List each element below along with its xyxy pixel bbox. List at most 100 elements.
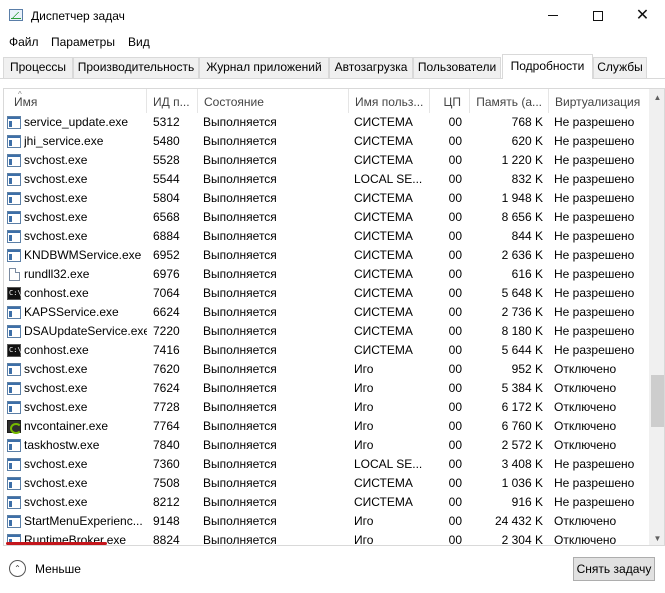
menu-bar: Файл Параметры Вид [0, 32, 665, 52]
cell-cpu: 00 [448, 362, 462, 376]
cell-status: Выполняется [203, 419, 277, 433]
table-row[interactable]: nvcontainer.exe 7764 Выполняется Иго 00 6 760… [4, 417, 649, 436]
cell-virtualization: Не разрешено [554, 191, 635, 205]
cell-memory: 5 644 K [501, 343, 543, 357]
service-icon [7, 230, 21, 243]
table-row[interactable]: svchost.exe 5544 Выполняется LOCAL SE... 00 8… [4, 170, 649, 189]
menu-view[interactable]: Вид [128, 35, 150, 49]
cell-status: Выполняется [203, 400, 277, 414]
cell-virtualization: Не разрешено [554, 115, 635, 129]
service-icon [7, 401, 21, 414]
cell-memory: 8 180 K [501, 324, 543, 338]
cell-pid: 7728 [153, 400, 180, 414]
table-row[interactable]: StartMenuExperienc... 9148 Выполняется Иго 0… [4, 512, 649, 531]
cell-name: StartMenuExperienc... [24, 514, 143, 528]
cell-user: СИСТЕМА [354, 134, 413, 148]
scroll-thumb[interactable] [651, 375, 664, 427]
cell-user: LOCAL SE... [354, 172, 423, 186]
tab-services[interactable]: Службы [593, 57, 647, 78]
table-row[interactable]: svchost.exe 7508 Выполняется СИСТЕМА 00 1 036… [4, 474, 649, 493]
menu-options[interactable]: Параметры [51, 35, 115, 49]
cell-user: СИСТЕМА [354, 267, 413, 281]
cell-name: conhost.exe [24, 286, 89, 300]
scroll-down-icon[interactable]: ▼ [649, 530, 664, 545]
cell-pid: 5804 [153, 191, 180, 205]
cell-memory: 1 220 K [501, 153, 543, 167]
table-row[interactable]: svchost.exe 7624 Выполняется Иго 00 5 384 K От… [4, 379, 649, 398]
cell-cpu: 00 [448, 191, 462, 205]
minimize-button[interactable] [530, 0, 575, 31]
scroll-up-icon[interactable]: ▲ [649, 89, 664, 106]
table-row[interactable]: KNDBWMService.exe 6952 Выполняется СИСТЕМА 0… [4, 246, 649, 265]
cell-user: Иго [354, 438, 374, 452]
cell-user: СИСТЕМА [354, 476, 413, 490]
table-row[interactable]: svchost.exe 7620 Выполняется Иго 00 952 K Откл… [4, 360, 649, 379]
table-row[interactable]: jhi_service.exe 5480 Выполняется СИСТЕМА 00 6… [4, 132, 649, 151]
window-title: Диспетчер задач [31, 9, 125, 23]
cell-status: Выполняется [203, 495, 277, 509]
title-bar[interactable]: Диспетчер задач ✕ [0, 0, 665, 31]
cell-memory: 24 432 K [494, 514, 543, 528]
cell-memory: 844 K [511, 229, 543, 243]
service-icon [7, 192, 21, 205]
table-row[interactable]: svchost.exe 7728 Выполняется Иго 00 6 172 K От… [4, 398, 649, 417]
cell-name: svchost.exe [24, 172, 88, 186]
cell-cpu: 00 [448, 210, 462, 224]
table-header: ^ Имя ИД п... Состояние Имя польз... ЦП … [4, 89, 649, 113]
vertical-scrollbar[interactable]: ▲ ▼ [649, 89, 664, 545]
tab-users[interactable]: Пользователи [413, 57, 501, 78]
table-row[interactable]: taskhostw.exe 7840 Выполняется Иго 00 2 572 K… [4, 436, 649, 455]
cell-user: СИСТЕМА [354, 248, 413, 262]
column-header-cpu[interactable]: ЦП [430, 89, 470, 113]
service-icon [7, 363, 21, 376]
cell-virtualization: Не разрешено [554, 229, 635, 243]
service-icon [7, 211, 21, 224]
fewer-details-link[interactable]: Меньше [35, 562, 81, 576]
menu-file[interactable]: Файл [9, 35, 39, 49]
console-icon [7, 344, 22, 357]
collapse-up-icon[interactable]: ⌃ [9, 560, 26, 577]
column-header-pid[interactable]: ИД п... [147, 89, 198, 113]
tab-performance[interactable]: Производительность [73, 57, 199, 78]
maximize-button[interactable] [575, 0, 620, 31]
tab-app-history[interactable]: Журнал приложений [199, 57, 329, 78]
table-row[interactable]: svchost.exe 6568 Выполняется СИСТЕМА 00 8 656… [4, 208, 649, 227]
table-row[interactable]: svchost.exe 5804 Выполняется СИСТЕМА 00 1 948… [4, 189, 649, 208]
close-button[interactable]: ✕ [620, 0, 665, 31]
cell-pid: 9148 [153, 514, 180, 528]
cell-pid: 5312 [153, 115, 180, 129]
column-header-memory[interactable]: Память (а... [470, 89, 549, 113]
end-task-button[interactable]: Снять задачу [573, 557, 655, 581]
column-header-status[interactable]: Состояние [198, 89, 349, 113]
highlight-underline [6, 542, 107, 545]
table-row[interactable]: svchost.exe 6884 Выполняется СИСТЕМА 00 844 K… [4, 227, 649, 246]
nvidia-icon [7, 420, 22, 434]
table-row[interactable]: svchost.exe 5528 Выполняется СИСТЕМА 00 1 220… [4, 151, 649, 170]
tab-processes[interactable]: Процессы [3, 57, 73, 78]
column-header-name[interactable]: Имя [4, 89, 147, 113]
cell-status: Выполняется [203, 153, 277, 167]
column-header-virtualization[interactable]: Виртуализация [549, 89, 649, 113]
cell-memory: 5 648 K [501, 286, 543, 300]
table-row[interactable]: conhost.exe 7064 Выполняется СИСТЕМА 00 5 648… [4, 284, 649, 303]
cell-memory: 616 K [511, 267, 543, 281]
table-row[interactable]: DSAUpdateService.exe 7220 Выполняется СИСТЕ… [4, 322, 649, 341]
table-row[interactable]: svchost.exe 8212 Выполняется СИСТЕМА 00 916 K… [4, 493, 649, 512]
cell-name: svchost.exe [24, 457, 88, 471]
table-row[interactable]: svchost.exe 7360 Выполняется LOCAL SE... 00 3… [4, 455, 649, 474]
cell-user: СИСТЕМА [354, 286, 413, 300]
cell-name: jhi_service.exe [24, 134, 104, 148]
tab-startup[interactable]: Автозагрузка [329, 57, 413, 78]
table-row[interactable]: KAPSService.exe 6624 Выполняется СИСТЕМА 00 2… [4, 303, 649, 322]
column-header-user[interactable]: Имя польз... [349, 89, 430, 113]
cell-name: taskhostw.exe [24, 438, 100, 452]
cell-status: Выполняется [203, 457, 277, 471]
cell-pid: 7360 [153, 457, 180, 471]
cell-pid: 7620 [153, 362, 180, 376]
cell-memory: 1 036 K [501, 476, 543, 490]
cell-status: Выполняется [203, 134, 277, 148]
tab-details[interactable]: Подробности [502, 54, 593, 79]
table-row[interactable]: rundll32.exe 6976 Выполняется СИСТЕМА 00 616 … [4, 265, 649, 284]
table-row[interactable]: service_update.exe 5312 Выполняется СИСТЕМА… [4, 113, 649, 132]
table-row[interactable]: conhost.exe 7416 Выполняется СИСТЕМА 00 5 644… [4, 341, 649, 360]
